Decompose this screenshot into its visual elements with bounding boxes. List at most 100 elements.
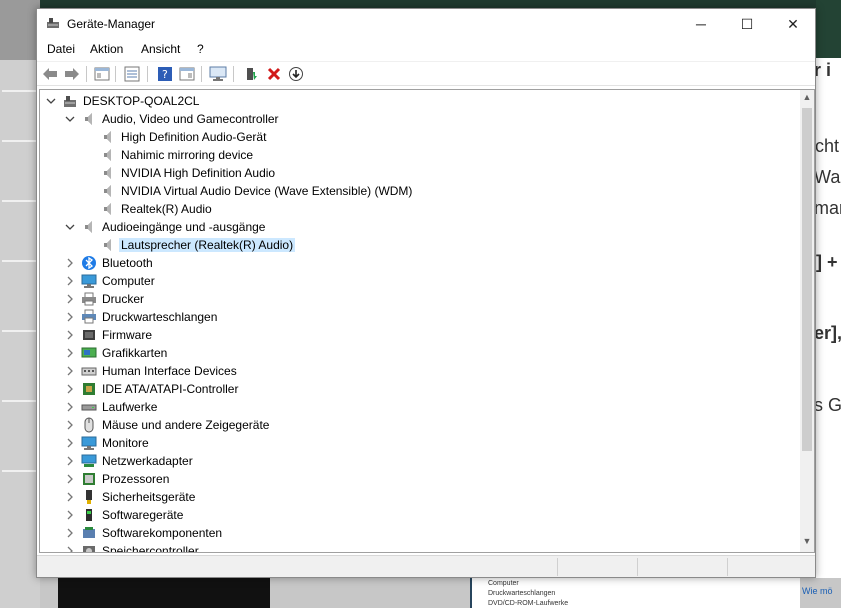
device-tree-pane: DESKTOP-QOAL2CL Audio, Video und Gamecont… — [39, 89, 815, 553]
tree-category[interactable]: Prozessoren — [40, 470, 800, 488]
tree-category[interactable]: Bluetooth — [40, 254, 800, 272]
tree-category[interactable]: Mäuse und andere Zeigegeräte — [40, 416, 800, 434]
minimize-button[interactable]: ─ — [678, 9, 724, 39]
tree-category[interactable]: Audio, Video und Gamecontroller — [40, 110, 800, 128]
list-view-icon[interactable] — [123, 65, 141, 83]
tree-item-label: Netzwerkadapter — [102, 454, 193, 468]
ide-controller-icon — [81, 381, 97, 397]
chevron-right-icon[interactable] — [64, 382, 76, 396]
disk-drive-icon — [81, 399, 97, 415]
chevron-right-icon[interactable] — [64, 274, 76, 288]
mouse-icon — [81, 417, 97, 433]
tree-category[interactable]: Drucker — [40, 290, 800, 308]
tree-category[interactable]: Druckwarteschlangen — [40, 308, 800, 326]
chevron-right-icon[interactable] — [64, 526, 76, 540]
chevron-right-icon[interactable] — [64, 310, 76, 324]
tree-category[interactable]: IDE ATA/ATAPI-Controller — [40, 380, 800, 398]
tree-category[interactable]: Grafikkarten — [40, 344, 800, 362]
properties-view-icon[interactable] — [93, 65, 111, 83]
chevron-down-icon[interactable] — [45, 94, 57, 108]
help-icon[interactable]: ? — [156, 65, 174, 83]
tree-category[interactable]: Netzwerkadapter — [40, 452, 800, 470]
menu-ansicht[interactable]: Ansicht — [141, 42, 180, 56]
forward-arrow-icon[interactable] — [63, 65, 81, 83]
chevron-right-icon[interactable] — [64, 328, 76, 342]
tree-category[interactable]: Human Interface Devices — [40, 362, 800, 380]
menu-aktion[interactable]: Aktion — [90, 42, 123, 56]
tree-device[interactable]: High Definition Audio-Gerät — [40, 128, 800, 146]
tree-category[interactable]: Audioeingänge und -ausgänge — [40, 218, 800, 236]
computer-icon — [81, 273, 97, 289]
title-bar[interactable]: Geräte-Manager ─ ☐ ✕ — [37, 9, 815, 39]
tree-item-label: Grafikkarten — [102, 346, 168, 360]
tree-item-label: Audioeingänge und -ausgänge — [102, 220, 266, 234]
chevron-right-icon[interactable] — [64, 400, 76, 414]
tree-category[interactable]: Speichercontroller — [40, 542, 800, 552]
storage-controller-icon — [81, 543, 97, 552]
tree-device[interactable]: Nahimic mirroring device — [40, 146, 800, 164]
chevron-right-icon[interactable] — [64, 418, 76, 432]
background-link: Wie mö — [802, 586, 833, 596]
desktop-background-left — [0, 0, 40, 608]
menu-help[interactable]: ? — [197, 42, 204, 56]
tree-category[interactable]: Softwarekomponenten — [40, 524, 800, 542]
scroll-up-arrow-icon[interactable]: ▲ — [800, 92, 814, 104]
tree-category[interactable]: Softwaregeräte — [40, 506, 800, 524]
disable-device-icon[interactable] — [287, 65, 305, 83]
hid-icon — [81, 363, 97, 379]
chevron-right-icon[interactable] — [64, 508, 76, 522]
speaker-icon — [100, 147, 116, 163]
printer-icon — [81, 291, 97, 307]
window-title: Geräte-Manager — [67, 17, 156, 31]
chevron-right-icon[interactable] — [64, 292, 76, 306]
tree-item-label: Prozessoren — [102, 472, 170, 486]
chevron-right-icon[interactable] — [64, 454, 76, 468]
chevron-down-icon[interactable] — [64, 220, 76, 234]
background-mini-device-manager: Computer Druckwarteschlangen DVD/CD-ROM-… — [470, 578, 800, 608]
print-queue-icon — [81, 309, 97, 325]
tree-item-label: Bluetooth — [102, 256, 153, 270]
tree-root[interactable]: DESKTOP-QOAL2CL — [40, 92, 800, 110]
toolbar: ? — [37, 61, 815, 86]
tree-item-label: Human Interface Devices — [102, 364, 237, 378]
tree-category[interactable]: Computer — [40, 272, 800, 290]
chevron-right-icon[interactable] — [64, 472, 76, 486]
tree-device[interactable]: NVIDIA Virtual Audio Device (Wave Extens… — [40, 182, 800, 200]
firmware-icon — [81, 327, 97, 343]
uninstall-icon[interactable] — [265, 65, 283, 83]
speaker-icon — [81, 219, 97, 235]
details-view-icon[interactable] — [178, 65, 196, 83]
tree-category[interactable]: Laufwerke — [40, 398, 800, 416]
monitor-icon[interactable] — [209, 65, 227, 83]
menu-bar: Datei Aktion Ansicht ? — [37, 39, 815, 59]
update-driver-icon[interactable] — [243, 65, 261, 83]
back-arrow-icon[interactable] — [41, 65, 59, 83]
scroll-down-arrow-icon[interactable]: ▼ — [800, 536, 814, 548]
chevron-right-icon[interactable] — [64, 436, 76, 450]
tree-category[interactable]: Sicherheitsgeräte — [40, 488, 800, 506]
maximize-button[interactable]: ☐ — [724, 9, 770, 39]
vertical-scrollbar[interactable]: ▲ ▼ — [800, 90, 814, 552]
tree-category[interactable]: Monitore — [40, 434, 800, 452]
chevron-right-icon[interactable] — [64, 256, 76, 270]
chevron-right-icon[interactable] — [64, 364, 76, 378]
chevron-right-icon[interactable] — [64, 544, 76, 552]
background-browser-window: r i cht War mar ] + er], s Ge — [814, 0, 841, 608]
tree-item-label: Softwarekomponenten — [102, 526, 223, 540]
security-device-icon — [81, 489, 97, 505]
tree-item-label: Lautsprecher (Realtek(R) Audio) — [119, 238, 296, 252]
tree-device[interactable]: NVIDIA High Definition Audio — [40, 164, 800, 182]
tree-category[interactable]: Firmware — [40, 326, 800, 344]
close-button[interactable]: ✕ — [770, 9, 816, 39]
chevron-right-icon[interactable] — [64, 490, 76, 504]
chevron-right-icon[interactable] — [64, 346, 76, 360]
desktop-background-bottom: Computer Druckwarteschlangen DVD/CD-ROM-… — [40, 578, 841, 608]
chevron-down-icon[interactable] — [64, 112, 76, 126]
tree-item-label: Monitore — [102, 436, 149, 450]
tree-device[interactable]: Realtek(R) Audio — [40, 200, 800, 218]
tree-item-label: NVIDIA Virtual Audio Device (Wave Extens… — [121, 184, 413, 198]
menu-datei[interactable]: Datei — [47, 42, 75, 56]
scrollbar-thumb[interactable] — [802, 108, 812, 451]
tree-device[interactable]: Lautsprecher (Realtek(R) Audio) — [40, 236, 800, 254]
tree-item-label: Softwaregeräte — [102, 508, 184, 522]
